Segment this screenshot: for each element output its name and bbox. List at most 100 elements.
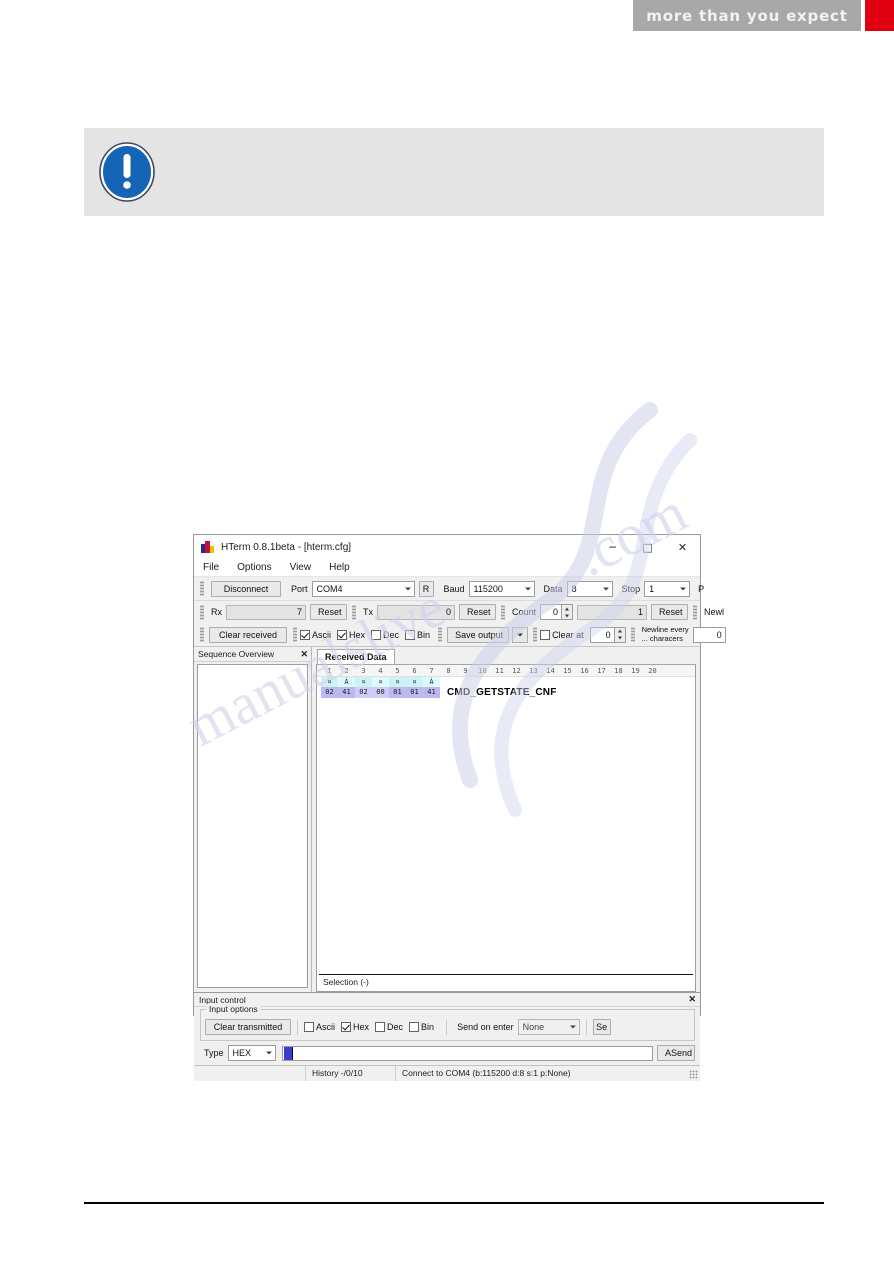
info-exclamation-icon (96, 141, 158, 203)
hex-cell: 41 (338, 687, 355, 698)
count-reset-button[interactable]: Reset (651, 604, 689, 620)
clear-at-stepper[interactable] (614, 626, 626, 643)
send-text-input[interactable] (281, 1045, 653, 1061)
save-output-dropdown-icon[interactable] (512, 626, 529, 643)
type-label: Type (204, 1048, 224, 1058)
data-bits-value: 8 (571, 583, 577, 594)
hex-cell: 01 (389, 687, 406, 698)
save-output-button[interactable]: Save output (447, 626, 510, 643)
type-select[interactable]: HEX (227, 1045, 276, 1061)
stop-bits-select[interactable]: 1 (644, 580, 691, 597)
tab-received-data[interactable]: Received Data (317, 649, 395, 664)
port-select-value: COM4 (316, 583, 343, 594)
banner-grey-block: more than you expect (633, 0, 861, 31)
toolbar-grip-icon[interactable] (501, 604, 505, 620)
resize-grip-icon[interactable] (689, 1070, 698, 1079)
ascii-cell: ¤ (389, 677, 406, 687)
newline-every-input[interactable]: 0 (692, 626, 726, 643)
sequence-overview-list[interactable] (197, 664, 308, 988)
hex-display-checkbox[interactable]: Hex (337, 629, 366, 640)
toolbar-grip-icon[interactable] (352, 604, 356, 620)
checkbox-icon (375, 1022, 386, 1032)
sequence-overview-close-icon[interactable]: ✕ (300, 649, 308, 660)
port-select[interactable]: COM4 (311, 580, 415, 597)
page-banner: more than you expect (633, 0, 894, 31)
ruler-tick: 2 (344, 666, 349, 675)
checkbox-icon (304, 1022, 314, 1032)
rx-label: Rx (211, 607, 222, 617)
toolbar-grip-icon[interactable] (693, 604, 698, 620)
ruler-tick: 18 (614, 666, 623, 675)
dec-display-checkbox[interactable]: Dec (371, 629, 399, 640)
hex-row: 02 41 02 00 01 01 41 CMD_GETSTATE_CNF (321, 687, 695, 698)
sequence-overview-header: Sequence Overview ✕ (194, 647, 311, 662)
ascii-cell: Á (338, 677, 355, 687)
menu-view[interactable]: View (288, 561, 314, 574)
count-stepper[interactable] (562, 604, 574, 620)
toolbar-grip-icon[interactable] (533, 627, 538, 642)
status-history: History -/0/10 (306, 1066, 396, 1081)
received-data-rows: ¤ Á ¤ ¤ ¤ ¤ Á 02 41 02 00 01 01 41 CMD_G… (317, 677, 695, 698)
clear-received-button[interactable]: Clear received (209, 626, 287, 643)
checkbox-icon (341, 1022, 352, 1032)
menu-options[interactable]: Options (235, 561, 273, 574)
window-controls: ─ □ ✕ (595, 535, 700, 559)
tx-reset-button[interactable]: Reset (459, 604, 496, 620)
input-ascii-checkbox[interactable]: Ascii (304, 1022, 335, 1032)
hex-cell: 00 (372, 687, 389, 698)
port-label: Port (291, 583, 308, 594)
input-ascii-label: Ascii (316, 1022, 336, 1032)
selection-status: Selection (-) (319, 974, 693, 989)
ascii-cell: ¤ (406, 677, 423, 687)
rx-reset-button[interactable]: Reset (310, 604, 347, 620)
ruler-tick: 14 (546, 666, 555, 675)
toolbar-grip-icon[interactable] (200, 581, 204, 596)
received-tabstrip: Received Data (312, 647, 700, 664)
close-icon[interactable]: ✕ (665, 535, 700, 559)
hterm-app-icon (201, 541, 214, 553)
toolbar-grip-icon[interactable] (630, 627, 635, 642)
menu-help[interactable]: Help (327, 561, 352, 574)
input-bin-checkbox[interactable]: Bin (409, 1022, 434, 1032)
toolbar-grip-icon[interactable] (438, 627, 443, 642)
window-titlebar[interactable]: HTerm 0.8.1beta - [hterm.cfg] ─ □ ✕ (194, 535, 700, 559)
received-data-view[interactable]: 1 2 3 4 5 6 7 8 9 10 11 12 13 14 15 16 1 (316, 664, 696, 992)
newline-every-label: Newline every ... characers (642, 625, 689, 643)
hex-display-label: Hex (349, 629, 366, 640)
send-button[interactable]: Se (592, 1019, 611, 1035)
bin-display-checkbox[interactable]: Bin (405, 629, 431, 640)
clear-at-checkbox[interactable]: Clear at (540, 629, 584, 640)
bin-display-label: Bin (417, 629, 431, 640)
send-on-enter-select[interactable]: None (517, 1019, 580, 1035)
toolbar-grip-icon[interactable] (293, 627, 297, 642)
asend-button[interactable]: ASend (657, 1045, 695, 1061)
maximize-icon[interactable]: □ (630, 535, 665, 559)
chevron-down-icon (265, 1051, 272, 1055)
tx-label: Tx (363, 607, 373, 617)
ascii-display-checkbox[interactable]: Ascii (300, 629, 331, 640)
minimize-icon[interactable]: ─ (595, 535, 630, 559)
hex-cell: 02 (355, 687, 372, 698)
menu-file[interactable]: File (201, 561, 221, 574)
toolbar-grip-icon[interactable] (200, 627, 204, 642)
data-bits-select[interactable]: 8 (566, 580, 613, 597)
toolbar-grip-icon[interactable] (200, 604, 204, 620)
count-input[interactable]: 0 (540, 604, 563, 620)
ruler-tick: 17 (597, 666, 606, 675)
input-options-row: Clear transmitted Ascii Hex Dec Bin Send… (205, 1018, 690, 1036)
ruler-tick: 10 (478, 666, 487, 675)
status-bar: History -/0/10 Connect to COM4 (b:115200… (194, 1065, 700, 1081)
baud-select[interactable]: 115200 (468, 580, 535, 597)
ruler-tick: 5 (395, 666, 400, 675)
ruler-tick: 6 (412, 666, 417, 675)
input-control-close-icon[interactable]: ✕ (688, 994, 696, 1005)
disconnect-button[interactable]: Disconnect (211, 580, 281, 597)
ruler-tick: 13 (529, 666, 538, 675)
input-dec-checkbox[interactable]: Dec (375, 1022, 403, 1032)
clear-transmitted-button[interactable]: Clear transmitted (205, 1019, 291, 1035)
checkbox-icon (540, 629, 551, 640)
clear-at-input[interactable]: 0 (589, 626, 615, 643)
tx-count-field: 0 (377, 604, 455, 620)
input-hex-checkbox[interactable]: Hex (341, 1022, 369, 1032)
refresh-ports-button[interactable]: R (418, 580, 434, 597)
